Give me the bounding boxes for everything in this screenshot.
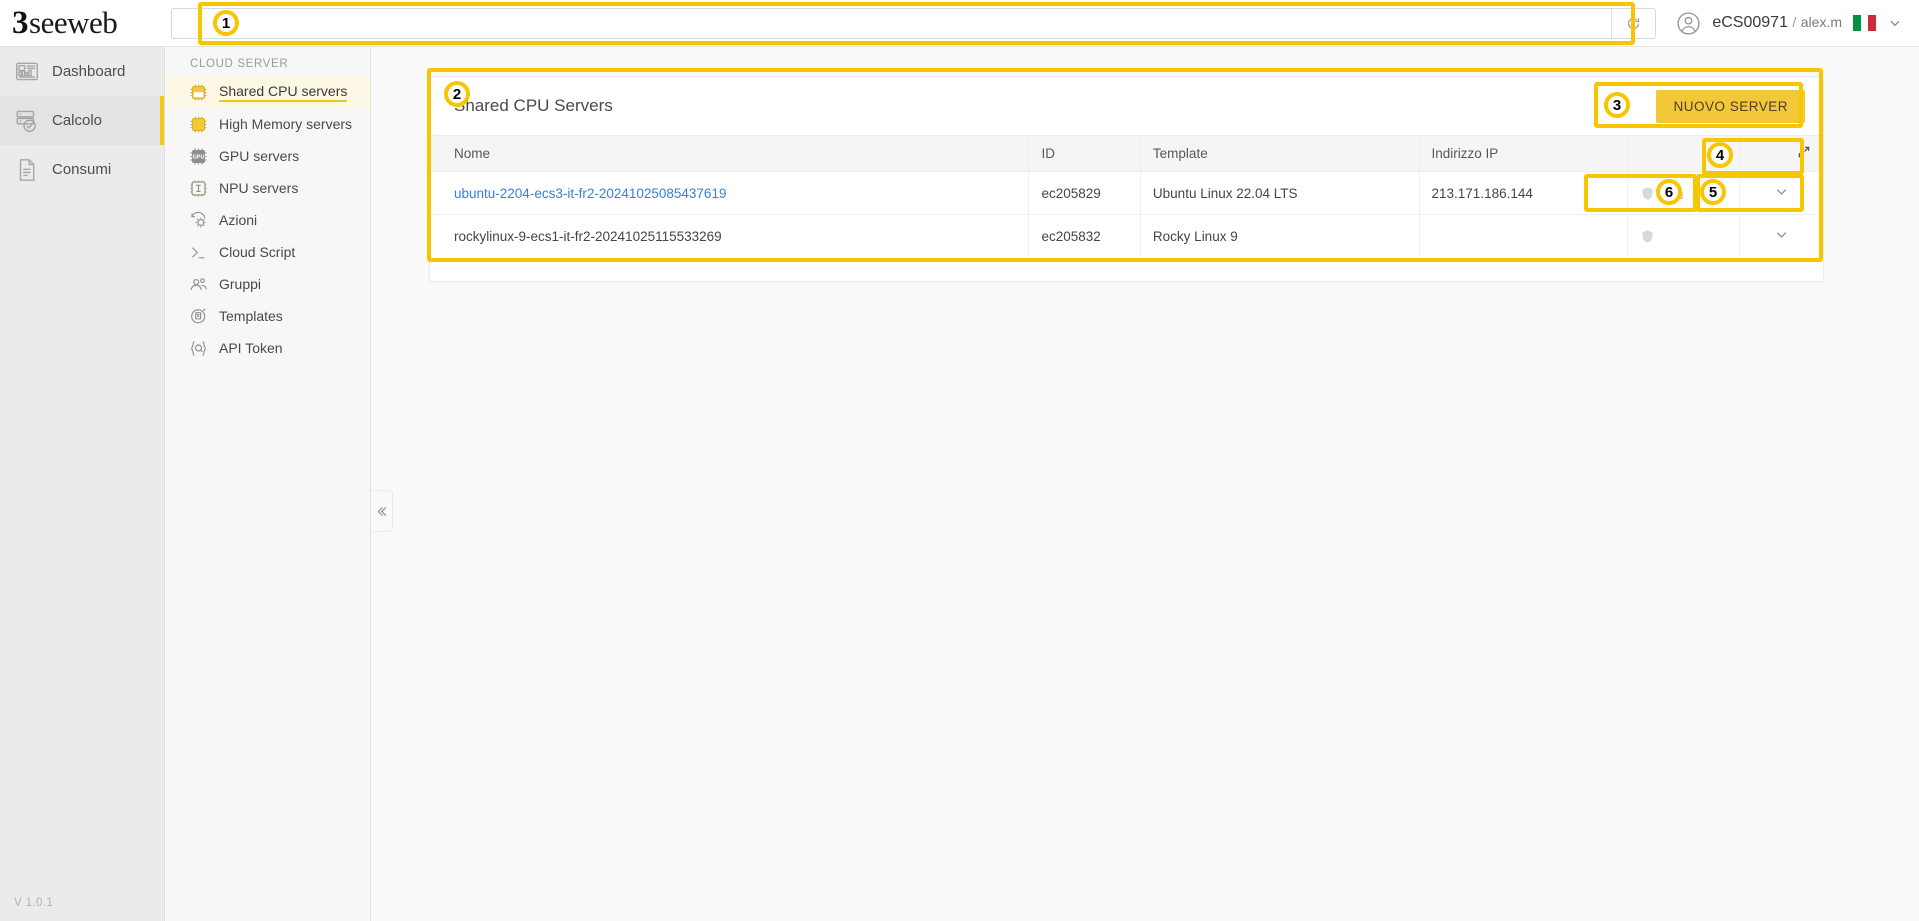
user-menu[interactable]: eCS00971 / alex.m [1662,0,1919,47]
sidebar-item-templates[interactable]: Templates [166,300,370,332]
chevron-down-icon [1776,232,1787,238]
user-avatar-icon [1677,11,1700,35]
search-zone [165,0,1662,47]
server-stack-icon [16,110,36,132]
sidebar-item-high-memory-servers[interactable]: High Memory servers [166,108,370,140]
column-header-nome[interactable]: Nome [430,135,1029,172]
column-header-template[interactable]: Template [1139,135,1420,172]
sidebar-item-gpu-servers[interactable]: GPU GPU servers [166,140,370,172]
sidebar-item-label: Cloud Script [219,244,296,260]
cell-id: ec205832 [1028,214,1141,257]
sidebar-item-api-token[interactable]: API Token [166,332,370,364]
sidebar-item-label: Azioni [219,212,258,228]
sidebar-item-label: Gruppi [219,276,262,292]
memory-chip-icon [190,116,207,132]
logo-wordmark: seeweb [29,4,118,40]
italian-flag-icon[interactable] [1853,15,1877,31]
sidebar-item-label: Shared CPU servers [219,83,348,102]
sidebar-item-label: High Memory servers [219,116,353,132]
sidebar-item-label: API Token [219,340,283,356]
card-header: Shared CPU Servers NUOVO SERVER [430,77,1823,135]
app-root: 3 seeweb eCS00971 / alex.m Dashboard Cal… [0,0,1919,921]
sidebar-collapse-button[interactable] [371,490,393,532]
account-id: eCS00971 [1712,14,1788,31]
api-token-icon [191,340,206,356]
template-icon [191,308,206,323]
expand-diagonal-icon [1798,146,1810,158]
server-name-link[interactable]: ubuntu-2204-ecs3-it-fr2-2024102508543761… [454,186,726,201]
terminal-prompt-icon [191,246,205,258]
user-login: alex.m [1800,14,1842,30]
new-server-button[interactable]: NUOVO SERVER [1656,89,1805,123]
actions-gear-icon [191,211,206,227]
servers-card: Shared CPU Servers NUOVO SERVER Nome ID … [429,76,1824,282]
users-group-icon [190,277,207,290]
shield-icon[interactable] [1640,228,1655,245]
sidebar-item-label: Consumi [52,161,112,178]
sidebar-item-gruppi[interactable]: Gruppi [166,268,370,300]
column-header-status [1627,135,1740,172]
cpu-chip-icon [190,84,207,100]
sidebar-item-label: Calcolo [52,112,103,129]
user-name-label: eCS00971 / alex.m [1712,14,1842,32]
sidebar-item-azioni[interactable]: Azioni [166,204,370,236]
cell-indirizzo-ip [1418,214,1628,257]
row-actions-chevron[interactable] [1738,171,1823,215]
brand-logo[interactable]: 3 seeweb [0,0,165,47]
cell-indirizzo-ip: 213.171.186.144 [1418,171,1628,215]
column-header-indirizzo-ip[interactable]: Indirizzo IP [1418,135,1628,172]
sidebar-item-cloud-script[interactable]: Cloud Script [166,236,370,268]
table-row[interactable]: ubuntu-2204-ecs3-it-fr2-2024102508543761… [430,171,1823,215]
cell-template: Rocky Linux 9 [1139,214,1420,257]
row-actions-chevron[interactable] [1738,214,1823,257]
double-chevron-left-icon [377,506,387,516]
top-bar: 3 seeweb eCS00971 / alex.m [0,0,1919,47]
logo-mark-icon: 3 [12,4,29,41]
lock-icon[interactable] [1671,185,1685,202]
row-security-icons [1627,214,1740,257]
sidebar-section-title: CLOUD SERVER [190,58,289,70]
cell-nome: ubuntu-2204-ecs3-it-fr2-2024102508543761… [430,171,1029,215]
column-header-id[interactable]: ID [1028,135,1141,172]
sidebar-item-label: GPU servers [219,148,300,164]
sidebar-item-label: Templates [219,308,283,324]
chevron-down-icon[interactable] [1887,15,1903,31]
sidebar-item-label: Dashboard [52,63,126,80]
logo-text: 3 seeweb [12,4,118,42]
sidebar-item-calcolo[interactable]: Calcolo [0,96,164,145]
cell-id: ec205829 [1028,171,1141,215]
refresh-button[interactable] [1611,8,1656,38]
main-content: Shared CPU Servers NUOVO SERVER Nome ID … [372,47,1919,921]
table-row[interactable]: rockylinux-9-ecs1-it-fr2-202410251155332… [430,214,1823,257]
svg-text:GPU: GPU [192,154,204,160]
sidebar-item-shared-cpu-servers[interactable]: Shared CPU servers [166,76,370,108]
npu-chip-icon [190,179,207,197]
shield-icon[interactable] [1640,185,1655,202]
dashboard-icon [16,62,38,80]
sidebar-item-consumi[interactable]: Consumi [0,145,164,194]
row-security-icons [1627,171,1740,215]
table-header-row: Nome ID Template Indirizzo IP [430,135,1823,172]
search-box [171,7,1657,39]
user-separator: / [1792,14,1797,30]
card-footer [430,257,1823,281]
cell-nome: rockylinux-9-ecs1-it-fr2-202410251155332… [454,228,722,244]
search-input[interactable] [172,8,1612,38]
sidebar-item-dashboard[interactable]: Dashboard [0,47,164,96]
cell-template: Ubuntu Linux 22.04 LTS [1139,171,1420,215]
page-title: Shared CPU Servers [454,96,613,115]
sidebar-item-npu-servers[interactable]: NPU servers [166,172,370,204]
sidebar-item-label: NPU servers [219,180,299,196]
servers-table: Nome ID Template Indirizzo IP ubuntu-220… [430,135,1823,257]
chevron-down-icon [1776,189,1787,195]
expand-table-button[interactable] [1738,135,1823,172]
secondary-sidebar: CLOUD SERVER Shared CPU servers High Mem… [166,47,371,921]
primary-sidebar: Dashboard Calcolo Consumi V 1.0.1 [0,47,165,921]
gpu-chip-icon: GPU [190,147,207,165]
app-version: V 1.0.1 [14,897,54,909]
refresh-icon [1628,17,1640,29]
document-icon [19,158,35,181]
